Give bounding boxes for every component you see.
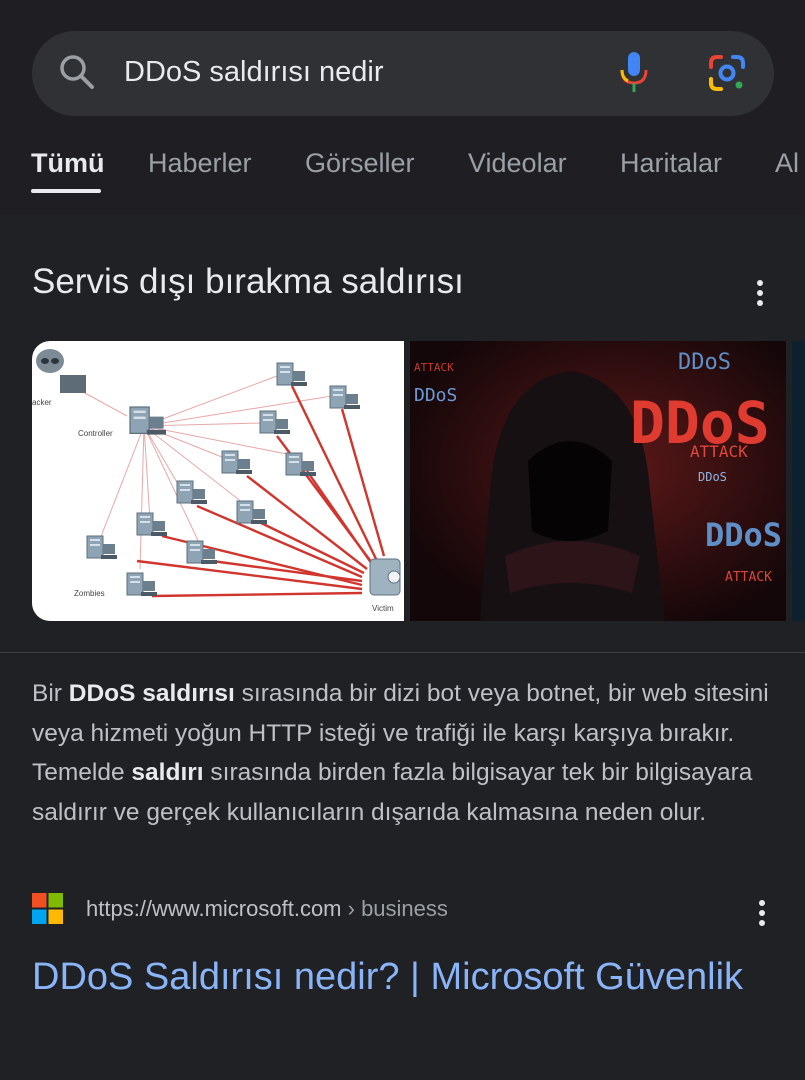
- source-breadcrumb: › business: [341, 896, 448, 921]
- attack-left-label: ATTACK: [414, 361, 454, 374]
- ddos-diagram-graphic: acker Controller Zombies Victim: [32, 349, 401, 613]
- ddos-bottom-label: DDoS: [705, 516, 782, 554]
- zombies-label: Zombies: [74, 589, 105, 598]
- tab-all[interactable]: Tümü: [31, 148, 105, 179]
- result-more-options-icon[interactable]: [758, 900, 766, 928]
- search-input[interactable]: DDoS saldırısı nedir: [124, 56, 384, 89]
- microphone-icon[interactable]: [614, 50, 654, 94]
- source-url[interactable]: https://www.microsoft.com › business: [86, 896, 448, 922]
- description-bold-2: saldırı: [131, 759, 204, 786]
- active-tab-indicator: [31, 189, 101, 193]
- source-domain: https://www.microsoft.com: [86, 896, 342, 921]
- attack-label: ATTACK: [690, 442, 748, 461]
- ddos-hacker-graphic: DDoS ATTACK DDoS DDoS DDoS ATTACK DDoS A…: [410, 341, 786, 621]
- search-icon[interactable]: [57, 52, 97, 92]
- knowledge-panel-title: Servis dışı bırakma saldırısı: [32, 262, 464, 301]
- tab-images[interactable]: Görseller: [305, 148, 415, 179]
- google-lens-icon[interactable]: [707, 53, 747, 93]
- section-divider: [0, 652, 805, 653]
- ddos-top-label: DDoS: [678, 350, 731, 375]
- tab-more[interactable]: Al: [775, 148, 799, 179]
- ddos-small-label: DDoS: [698, 470, 727, 484]
- result-title-link[interactable]: DDoS Saldırısı nedir? | Microsoft Güvenl…: [32, 952, 772, 1002]
- ddos-diagram-image[interactable]: acker Controller Zombies Victim: [32, 341, 404, 621]
- microsoft-logo-icon: [32, 893, 63, 924]
- description-snippet: Bir DDoS saldırısı sırasında bir dizi bo…: [32, 674, 782, 832]
- tab-maps[interactable]: Haritalar: [620, 148, 722, 179]
- ddos-left-label: DDoS: [414, 385, 457, 406]
- ddos-image-3-peek[interactable]: [792, 341, 805, 621]
- attack-bottom-label: ATTACK: [725, 570, 772, 585]
- description-bold-1: DDoS saldırısı: [68, 680, 235, 707]
- tab-news[interactable]: Haberler: [148, 148, 252, 179]
- hacker-label: acker: [32, 398, 52, 407]
- description-text-1: Bir: [32, 680, 69, 707]
- victim-label: Victim: [372, 604, 394, 613]
- panel-more-options-icon[interactable]: [756, 280, 764, 308]
- ddos-hacker-image[interactable]: DDoS ATTACK DDoS DDoS DDoS ATTACK DDoS A…: [410, 341, 786, 621]
- tab-videos[interactable]: Videolar: [468, 148, 567, 179]
- controller-label: Controller: [78, 429, 113, 438]
